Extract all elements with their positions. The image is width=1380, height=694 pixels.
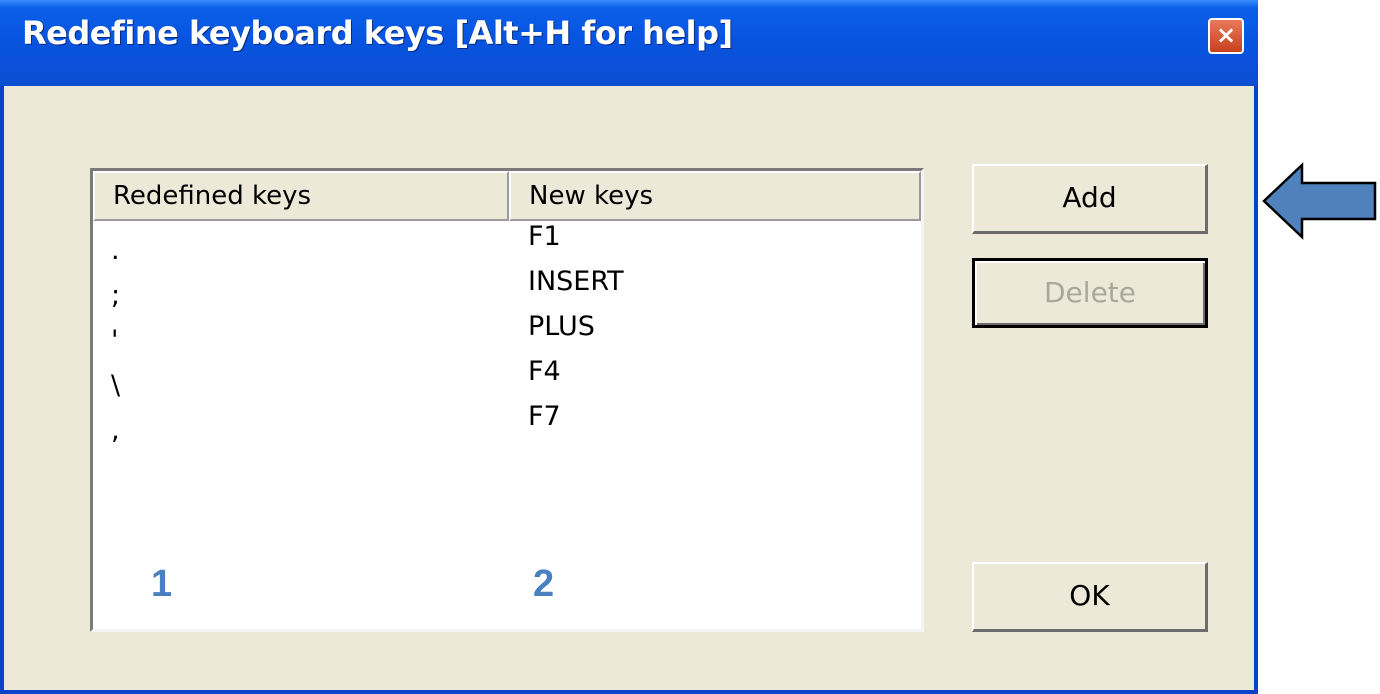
new-key-cell: F1 — [528, 221, 561, 252]
title-bar[interactable]: Redefine keyboard keys [Alt+H for help] … — [0, 0, 1258, 86]
redefined-key-cell: \ — [111, 370, 121, 401]
list-row[interactable]: . F1 — [93, 223, 921, 274]
new-key-cell: F7 — [528, 401, 561, 432]
redefined-key-cell: , — [111, 415, 120, 446]
column-header-redefined-keys[interactable]: Redefined keys — [93, 171, 509, 221]
close-icon: × — [1215, 21, 1237, 49]
list-row[interactable]: , F7 — [93, 403, 921, 454]
dialog-body: Redefined keys New keys . F1 ; INSERT ' … — [4, 86, 1254, 690]
list-row[interactable]: ' PLUS — [93, 313, 921, 364]
delete-button[interactable]: Delete — [972, 258, 1208, 328]
list-rows: . F1 ; INSERT ' PLUS \ F4 , F7 — [93, 223, 921, 454]
close-button[interactable]: × — [1208, 18, 1244, 54]
add-button[interactable]: Add — [972, 164, 1208, 234]
redefined-key-cell: . — [111, 235, 120, 266]
window-title: Redefine keyboard keys [Alt+H for help] — [22, 14, 733, 52]
dialog-window: Redefine keyboard keys [Alt+H for help] … — [0, 0, 1258, 694]
callout-number-1: 1 — [151, 563, 173, 605]
column-header-new-keys[interactable]: New keys — [509, 171, 921, 221]
new-key-cell: F4 — [528, 356, 561, 387]
list-row[interactable]: \ F4 — [93, 358, 921, 409]
redefined-key-cell: ; — [111, 280, 121, 311]
ok-button[interactable]: OK — [972, 562, 1208, 632]
key-mapping-list[interactable]: Redefined keys New keys . F1 ; INSERT ' … — [90, 168, 924, 632]
new-key-cell: PLUS — [528, 311, 595, 342]
callout-number-2: 2 — [533, 563, 555, 605]
left-arrow-icon — [1262, 162, 1377, 240]
new-key-cell: INSERT — [528, 266, 624, 297]
redefined-key-cell: ' — [111, 325, 119, 356]
list-header: Redefined keys New keys — [93, 171, 921, 221]
list-row[interactable]: ; INSERT — [93, 268, 921, 319]
